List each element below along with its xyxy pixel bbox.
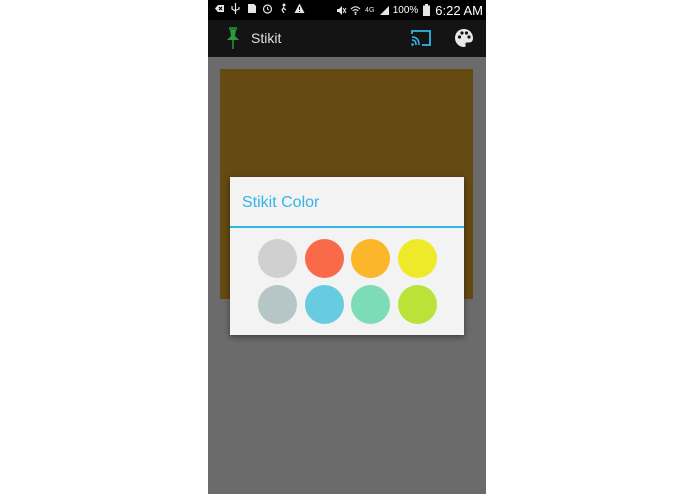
color-swatch[interactable] — [397, 285, 437, 324]
color-picker-dialog: Stikit Color — [230, 177, 464, 335]
status-bar-system: 4G 100% 6:22 AM — [336, 0, 483, 20]
color-swatch[interactable] — [258, 285, 297, 324]
battery-icon — [421, 4, 432, 16]
palette-icon[interactable] — [454, 28, 474, 48]
app-bar: Stikit — [208, 20, 486, 57]
warning-icon — [294, 3, 305, 14]
color-swatch[interactable] — [304, 285, 344, 324]
status-bar-notifications — [214, 3, 305, 14]
status-bar: 4G 100% 6:22 AM — [208, 0, 486, 20]
alarm-icon — [262, 3, 273, 14]
clock: 6:22 AM — [435, 2, 483, 18]
color-swatch[interactable] — [258, 239, 297, 278]
network-type-label: 4G — [365, 6, 375, 14]
cast-icon[interactable] — [410, 29, 432, 47]
usb-icon — [230, 3, 241, 14]
sd-card-icon — [246, 3, 257, 14]
pushpin-icon[interactable] — [226, 27, 240, 49]
back-notification-icon — [214, 3, 225, 14]
dialog-title: Stikit Color — [242, 194, 320, 211]
phone-screen: 4G 100% 6:22 AM Stikit Stikit Color — [208, 0, 486, 494]
dialog-divider — [230, 226, 464, 228]
color-swatch[interactable] — [351, 285, 390, 324]
mute-icon — [336, 5, 347, 16]
wifi-icon — [350, 5, 361, 16]
battery-percent: 100% — [392, 4, 419, 16]
signal-icon — [379, 5, 390, 16]
step-counter-icon — [278, 3, 289, 14]
color-swatch[interactable] — [397, 239, 437, 278]
color-swatch[interactable] — [351, 239, 390, 278]
color-swatch[interactable] — [304, 239, 344, 278]
app-title: Stikit — [251, 30, 282, 46]
